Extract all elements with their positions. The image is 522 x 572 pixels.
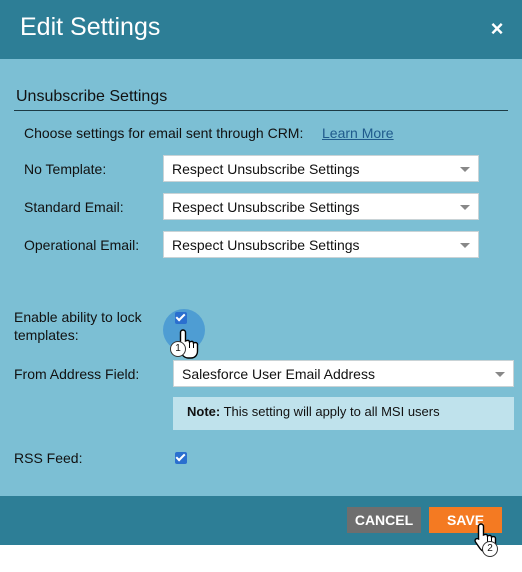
from-address-label: From Address Field: [14,366,140,382]
note-prefix: Note: [187,404,221,419]
unsubscribe-section-title: Unsubscribe Settings [16,88,168,105]
rss-feed-checkbox[interactable] [175,452,187,464]
edit-settings-dialog: Edit Settings × Unsubscribe Settings Cho… [0,0,522,545]
operational-email-label: Operational Email: [24,237,140,253]
note-box: Note: This setting will apply to all MSI… [173,397,514,430]
standard-email-select[interactable]: Respect Unsubscribe Settings [163,193,479,220]
chevron-down-icon [460,243,470,248]
step-2-badge: 2 [482,541,498,557]
step-1-badge: 1 [170,341,186,357]
note-text: This setting will apply to all MSI users [220,404,440,419]
lock-templates-checkbox[interactable] [175,312,187,324]
dialog-title: Edit Settings [20,13,161,41]
dialog-header: Edit Settings × [0,0,522,59]
learn-more-link[interactable]: Learn More [322,125,394,141]
lock-templates-label-line2: templates: [14,327,79,343]
chevron-down-icon [495,372,505,377]
close-icon[interactable]: × [486,18,508,40]
standard-email-value: Respect Unsubscribe Settings [172,199,360,215]
section-divider [14,110,508,111]
no-template-value: Respect Unsubscribe Settings [172,161,360,177]
cancel-button[interactable]: CANCEL [347,507,421,533]
no-template-select[interactable]: Respect Unsubscribe Settings [163,155,479,182]
chevron-down-icon [460,205,470,210]
lock-templates-label: Enable ability to lock templates: [14,309,142,343]
from-address-value: Salesforce User Email Address [182,366,375,382]
operational-email-select[interactable]: Respect Unsubscribe Settings [163,231,479,258]
lock-templates-label-line1: Enable ability to lock [14,309,142,325]
crm-intro-text: Choose settings for email sent through C… [24,125,304,141]
rss-feed-label: RSS Feed: [14,450,83,466]
from-address-select[interactable]: Salesforce User Email Address [173,360,514,387]
no-template-label: No Template: [24,161,107,177]
chevron-down-icon [460,167,470,172]
operational-email-value: Respect Unsubscribe Settings [172,237,360,253]
standard-email-label: Standard Email: [24,199,124,215]
